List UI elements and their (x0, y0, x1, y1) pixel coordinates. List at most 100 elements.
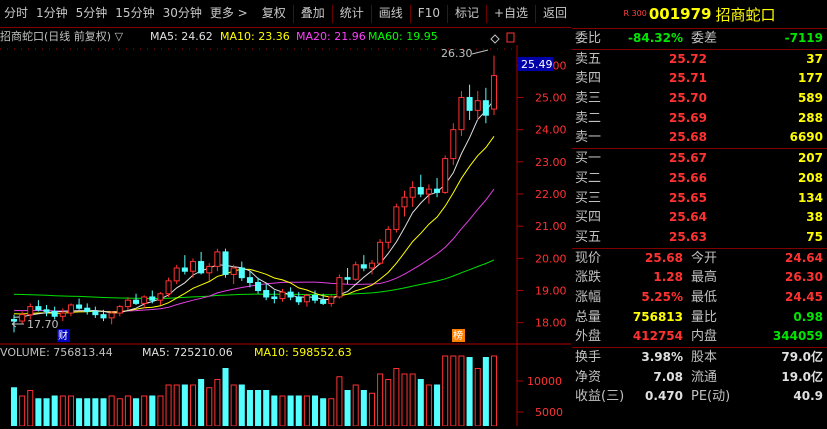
volume-bars (10, 355, 498, 427)
volume-bar (230, 384, 237, 427)
tab-timeshare[interactable]: 分时 (0, 0, 32, 27)
bid-label: 买一 (575, 151, 602, 167)
candle-body (27, 306, 34, 316)
volume-bar (360, 390, 367, 427)
toolbar-divider (485, 4, 487, 23)
ask-price: 25.68 (669, 130, 707, 145)
tab-30min[interactable]: 30分钟 (159, 0, 206, 27)
overlay-button[interactable]: 叠加 (297, 0, 329, 27)
volume-tick: 5000 (535, 406, 563, 419)
bid-row[interactable]: 买二 25.66 208 (572, 169, 827, 189)
volume-bar (263, 390, 270, 427)
ask-volume: 177 (797, 71, 823, 86)
candle-body (490, 75, 498, 110)
candle-body (417, 187, 424, 195)
f10-button[interactable]: F10 (414, 0, 444, 27)
weicha-value: -7119 (784, 31, 823, 45)
candle-body (222, 251, 229, 275)
candle-body (303, 294, 310, 303)
volume-bar (116, 398, 123, 427)
candle-body (401, 196, 408, 208)
ask-price: 25.72 (669, 51, 707, 66)
tab-5min[interactable]: 5分钟 (72, 0, 112, 27)
adjust-button[interactable]: 复权 (258, 0, 290, 27)
diamond-icon[interactable] (490, 34, 500, 44)
candle-body (108, 312, 115, 319)
ask-price: 25.70 (669, 91, 707, 106)
bid-row[interactable]: 买五 25.63 75 (572, 228, 827, 248)
volume-bar (255, 390, 262, 427)
bid-row[interactable]: 买一 25.67 207 (572, 149, 827, 169)
candle-body (360, 264, 367, 269)
candle-body (409, 187, 416, 198)
candle-body (149, 296, 156, 301)
candle-body (458, 96, 465, 131)
ma20-readout: MA20: 21.96 (296, 30, 366, 43)
candle-body (368, 262, 375, 269)
candle-body (442, 158, 449, 193)
ranking-marker-label: 榜 (453, 329, 463, 342)
volume-bar (425, 384, 432, 427)
stat-label: 最低 (691, 289, 718, 305)
stats-button[interactable]: 统计 (336, 0, 368, 27)
volume-bar (206, 387, 213, 427)
fin-value: 3.98% (641, 350, 683, 364)
candle-body (328, 296, 335, 304)
tab-1min[interactable]: 1分钟 (32, 0, 72, 27)
candle-body (230, 267, 237, 275)
window-icon[interactable] (506, 32, 515, 43)
ask-label: 卖一 (575, 130, 602, 146)
bid-label: 买五 (575, 229, 602, 245)
stat-row: 现价 25.68 今开 24.64 (572, 249, 827, 269)
candle-body (67, 304, 74, 314)
volume-bar (482, 357, 489, 427)
ask-row[interactable]: 卖四 25.71 177 (572, 69, 827, 89)
volume-bar (198, 379, 205, 427)
candle-body (157, 293, 164, 301)
candle-body (76, 304, 83, 309)
bid-volume: 134 (797, 190, 823, 205)
volume-bar (417, 379, 424, 427)
candle-body (425, 188, 432, 195)
volume-bar (84, 398, 91, 427)
candle-body (35, 306, 42, 311)
volume-bar (287, 395, 294, 427)
tab-more[interactable]: 更多 > (206, 0, 252, 27)
stat-label: 外盘 (575, 329, 602, 345)
bid-volume: 208 (797, 170, 823, 185)
candle-body (59, 312, 66, 317)
bid-row[interactable]: 买三 25.65 134 (572, 189, 827, 209)
candle-body (181, 267, 188, 272)
price-tick-label: 20.00 (535, 252, 567, 265)
candle-body (238, 267, 245, 279)
ask-row[interactable]: 卖五 25.72 37 (572, 50, 827, 70)
fin-label: 流通 (691, 369, 718, 385)
kline-chart-area[interactable]: 招商蛇口(日线 前复权) ▽ MA5: 24.62 MA10: 23.36 MA… (0, 28, 571, 427)
add-watchlist-button[interactable]: +自选 (490, 0, 532, 27)
price-ticks: 26.0025.0024.0023.0022.0021.0020.0019.00… (517, 59, 567, 330)
ask-row[interactable]: 卖一 25.68 6690 (572, 128, 827, 148)
mark-button[interactable]: 标记 (451, 0, 483, 27)
volume-bar (303, 395, 310, 427)
volume-bar (59, 395, 66, 427)
moving-averages (13, 99, 495, 318)
volume-bar (328, 398, 335, 427)
volume-bar (43, 398, 50, 427)
ask-row[interactable]: 卖二 25.69 288 (572, 109, 827, 129)
bid-row[interactable]: 买四 25.64 38 (572, 208, 827, 228)
stat-row: 涨幅 5.25% 最低 24.45 (572, 288, 827, 308)
volume-bar (336, 376, 343, 427)
draw-line-button[interactable]: 画线 (375, 0, 407, 27)
fin-value: 40.9 (793, 389, 823, 404)
bid-price: 25.63 (669, 229, 707, 244)
stat-label: 涨跌 (575, 270, 602, 286)
candle-body (206, 265, 213, 274)
back-button[interactable]: 返回 (539, 0, 571, 27)
ask-row[interactable]: 卖三 25.70 589 (572, 89, 827, 109)
ma5-readout: MA5: 24.62 (150, 30, 213, 43)
kline-svg[interactable]: 招商蛇口(日线 前复权) ▽ MA5: 24.62 MA10: 23.36 MA… (0, 28, 571, 427)
candle-body (393, 206, 400, 230)
candle-body (466, 96, 473, 111)
tab-15min[interactable]: 15分钟 (111, 0, 158, 27)
candle-body (287, 291, 294, 298)
